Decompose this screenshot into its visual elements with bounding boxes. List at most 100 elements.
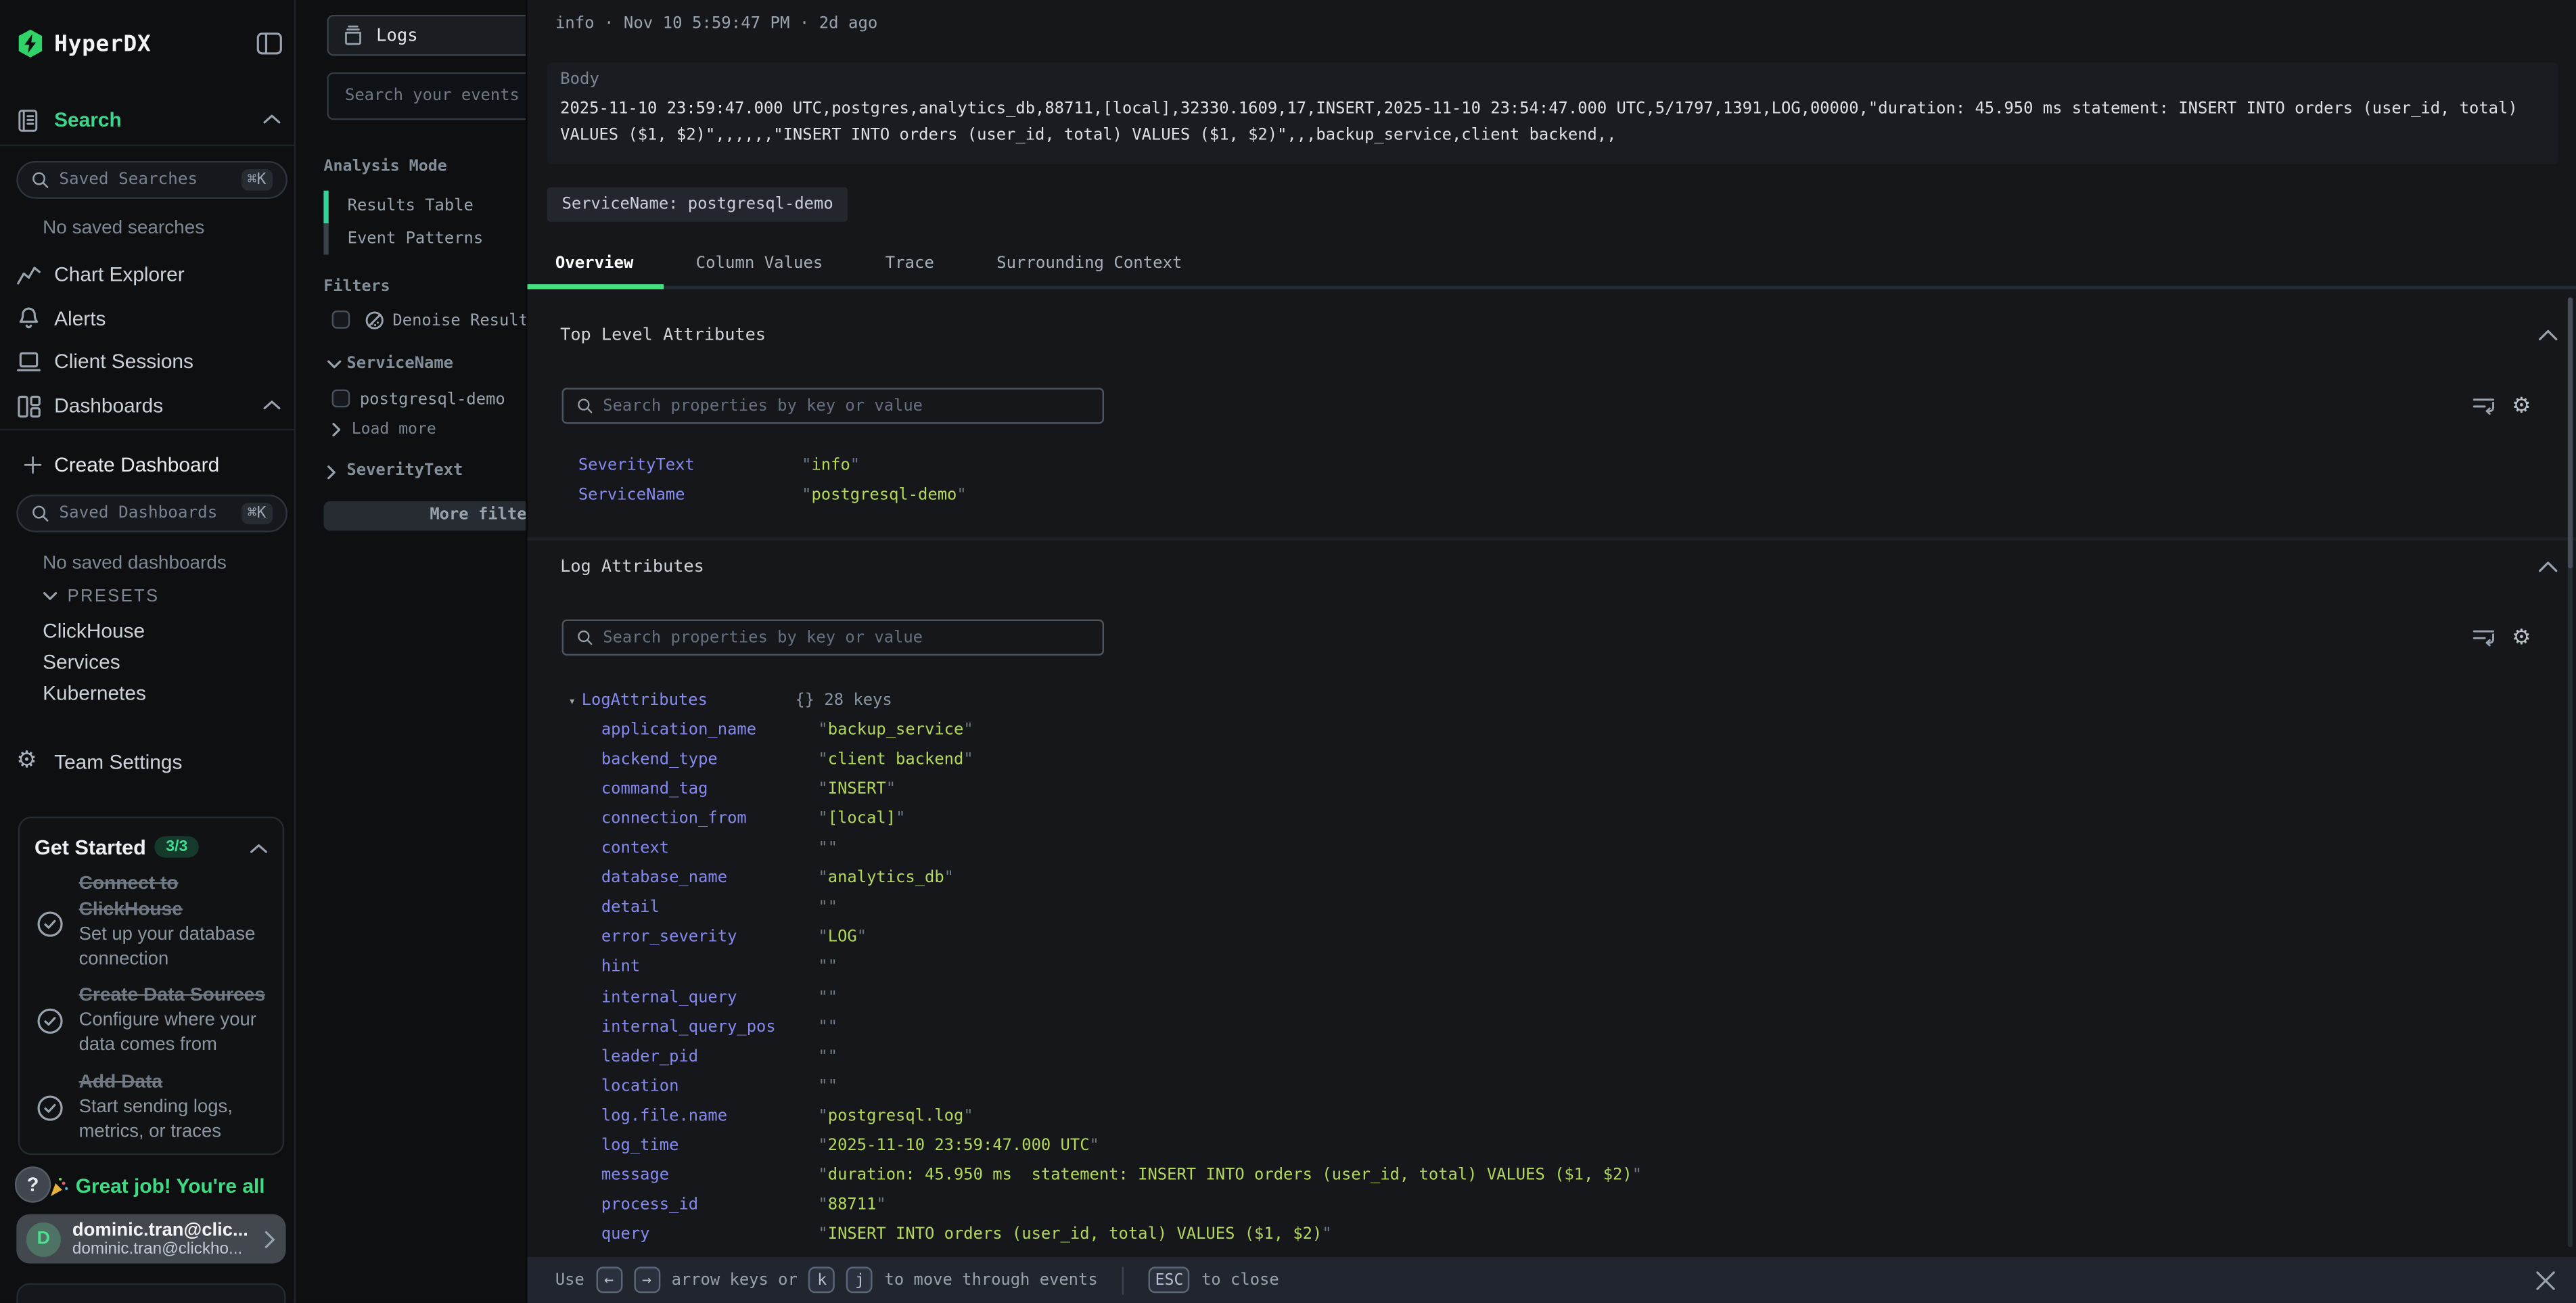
attribute-value[interactable]: [local] — [818, 810, 905, 828]
filter-group-severitytext[interactable]: SeverityText — [346, 461, 463, 480]
attribute-key[interactable]: log_time — [601, 1137, 819, 1156]
sidebar-item-services[interactable]: Services — [43, 651, 120, 674]
attribute-key[interactable]: leader_pid — [601, 1048, 819, 1066]
attribute-key[interactable]: location — [601, 1078, 819, 1096]
attribute-value[interactable]: 2025-11-10 23:59:47.000 UTC — [818, 1137, 1099, 1156]
product-updates-card[interactable] — [16, 1283, 285, 1303]
hint-text: to close — [1201, 1271, 1279, 1289]
attribute-value[interactable]: INSERT INTO orders (user_id, total) VALU… — [818, 1227, 1331, 1245]
log-attributes-root-row[interactable]: ▾LogAttributes{} 28 keys — [568, 685, 1642, 715]
collapse-section-icon[interactable] — [2538, 329, 2558, 342]
source-selector-button[interactable]: Logs — [327, 15, 526, 56]
attribute-value[interactable] — [818, 899, 837, 917]
attribute-key[interactable]: context — [601, 840, 819, 858]
attribute-value[interactable]: duration: 45.950 ms statement: INSERT IN… — [818, 1167, 1642, 1185]
chevron-down-icon[interactable] — [43, 591, 58, 601]
attribute-value[interactable] — [818, 1018, 837, 1036]
wrap-lines-icon[interactable] — [2472, 626, 2496, 647]
attribute-key[interactable]: query — [601, 1227, 819, 1245]
mode-results-table[interactable]: Results Table — [323, 191, 483, 223]
collapse-section-icon[interactable] — [2538, 560, 2558, 573]
tab-overview[interactable]: Overview — [555, 254, 634, 273]
filter-option-postgresql-demo[interactable]: postgresql-demo — [360, 391, 505, 409]
presets-header[interactable]: PRESETS — [68, 587, 160, 606]
attribute-key[interactable]: application_name — [601, 721, 819, 739]
filter-group-servicename[interactable]: ServiceName — [346, 355, 453, 373]
postgresql-demo-checkbox[interactable] — [332, 390, 350, 408]
attribute-key[interactable]: internal_query — [601, 988, 819, 1007]
sidebar-item-kubernetes[interactable]: Kubernetes — [43, 682, 146, 705]
help-button[interactable]: ? — [15, 1166, 51, 1202]
gear-icon[interactable]: ⚙ — [2512, 626, 2531, 647]
saved-searches-button[interactable]: Saved Searches ⌘K — [16, 161, 288, 199]
sidebar-item-client-sessions[interactable]: Client Sessions — [54, 350, 193, 373]
attribute-value[interactable] — [818, 988, 837, 1007]
attribute-value[interactable] — [818, 959, 837, 977]
attribute-value[interactable]: 88711 — [818, 1197, 886, 1215]
attribute-value[interactable]: INSERT — [818, 780, 896, 798]
attribute-value[interactable]: client backend — [818, 750, 973, 769]
tab-surrounding-context[interactable]: Surrounding Context — [996, 254, 1182, 273]
attribute-key[interactable]: internal_query_pos — [601, 1018, 819, 1036]
attribute-key[interactable]: connection_from — [601, 810, 819, 828]
get-started-step-title[interactable]: Create Data Sources — [79, 982, 279, 1009]
collapse-sidebar-icon[interactable] — [256, 31, 283, 55]
attribute-value[interactable] — [818, 1078, 837, 1096]
attribute-value[interactable]: info — [802, 456, 860, 474]
chevron-down-icon[interactable] — [327, 360, 342, 370]
expand-triangle-icon[interactable]: ▾ — [568, 693, 581, 708]
log-attributes-search-input[interactable] — [603, 628, 1089, 647]
attribute-key[interactable]: command_tag — [601, 780, 819, 798]
more-filters-button[interactable]: More filters — [323, 501, 526, 530]
attribute-key[interactable]: detail — [601, 899, 819, 917]
create-dashboard-button[interactable]: Create Dashboard — [54, 453, 219, 476]
attribute-key[interactable]: ServiceName — [578, 486, 802, 504]
user-profile-button[interactable]: D dominic.tran@clic... dominic.tran@clic… — [16, 1214, 285, 1264]
attribute-key[interactable]: log.file.name — [601, 1107, 819, 1126]
sidebar-item-alerts[interactable]: Alerts — [54, 307, 106, 330]
wrap-lines-icon[interactable] — [2472, 394, 2496, 416]
attribute-value[interactable]: analytics_db — [818, 869, 954, 888]
chevron-up-icon[interactable] — [250, 843, 268, 854]
attribute-value[interactable]: postgresql.log — [818, 1107, 973, 1126]
tab-column-values[interactable]: Column Values — [696, 254, 823, 273]
event-search-input[interactable] — [327, 72, 526, 120]
saved-dashboards-button[interactable]: Saved Dashboards ⌘K — [16, 495, 288, 532]
service-name-tag[interactable]: ServiceName: postgresql-demo — [547, 187, 848, 222]
chart-explorer-icon — [16, 263, 41, 286]
attribute-key[interactable]: database_name — [601, 869, 819, 888]
tab-trace[interactable]: Trace — [886, 254, 934, 273]
sidebar-item-dashboards[interactable]: Dashboards — [54, 394, 163, 417]
attribute-key[interactable]: SeverityText — [578, 456, 802, 474]
attribute-key[interactable]: error_severity — [601, 929, 819, 947]
chevron-up-icon[interactable] — [263, 399, 281, 411]
attribute-value[interactable] — [818, 840, 837, 858]
attribute-value[interactable]: backup_service — [818, 721, 973, 739]
attribute-key[interactable]: process_id — [601, 1197, 819, 1215]
attribute-value[interactable] — [818, 1048, 837, 1066]
chevron-right-icon[interactable] — [327, 465, 337, 480]
body-text[interactable]: 2025-11-10 23:59:47.000 UTC,postgres,ana… — [560, 97, 2545, 147]
gear-icon[interactable]: ⚙ — [2512, 394, 2531, 416]
attribute-key[interactable]: hint — [601, 959, 819, 977]
attribute-value[interactable]: postgresql-demo — [802, 486, 967, 504]
close-panel-button[interactable] — [2535, 1257, 2556, 1303]
attribute-key[interactable]: message — [601, 1167, 819, 1185]
mode-event-patterns[interactable]: Event Patterns — [323, 223, 483, 254]
load-more-button[interactable]: Load more — [352, 421, 436, 439]
get-started-step-title[interactable]: Connect to ClickHouse — [79, 871, 260, 923]
attribute-row: SeverityTextinfo — [578, 450, 967, 480]
chevron-up-icon[interactable] — [263, 114, 281, 125]
sidebar-item-team-settings[interactable]: Team Settings — [54, 751, 182, 774]
attribute-value[interactable]: LOG — [818, 929, 867, 947]
sidebar-item-search[interactable]: Search — [54, 108, 122, 131]
denoise-label[interactable]: Denoise Results — [392, 312, 526, 330]
denoise-checkbox[interactable] — [332, 311, 350, 329]
chevron-right-icon[interactable] — [332, 422, 342, 437]
sidebar-item-clickhouse[interactable]: ClickHouse — [43, 620, 145, 643]
attribute-key[interactable]: backend_type — [601, 750, 819, 769]
sidebar-item-chart-explorer[interactable]: Chart Explorer — [54, 263, 185, 286]
scrollbar-thumb[interactable] — [2568, 298, 2573, 569]
top-level-search-input[interactable] — [603, 396, 1089, 415]
get-started-step-title[interactable]: Add Data — [79, 1070, 279, 1096]
